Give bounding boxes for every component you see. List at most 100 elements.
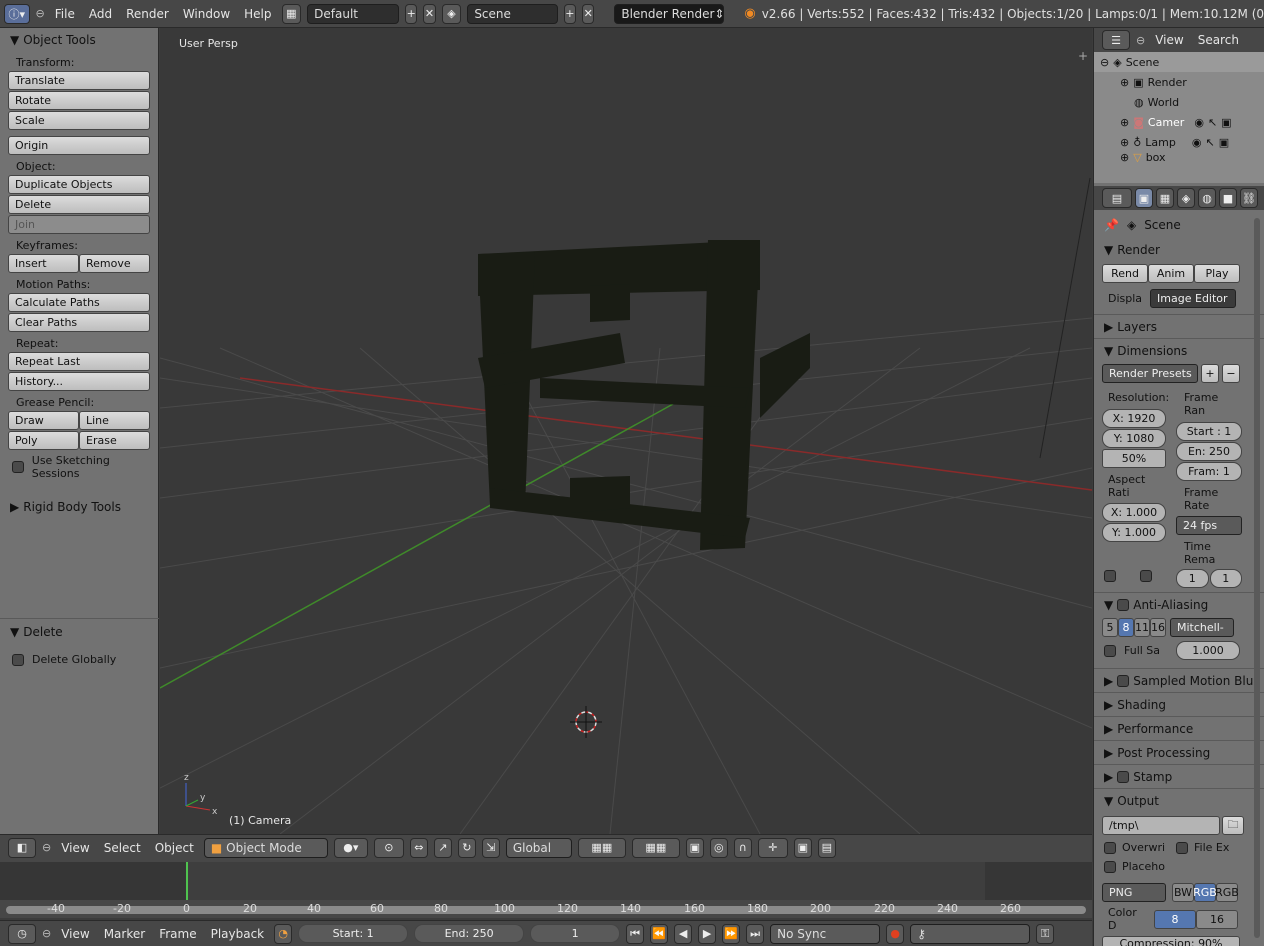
menu-window[interactable]: Window (179, 7, 234, 21)
border-checkbox[interactable] (1104, 570, 1116, 582)
visibility-eye-icon[interactable]: ◉ (1194, 116, 1204, 129)
menu-view[interactable]: View (57, 841, 93, 855)
scale-manipulator-icon[interactable]: ⇲ (481, 837, 500, 858)
viewport-shading-icon[interactable]: ●▾ (333, 837, 368, 858)
erase-button[interactable]: Erase (79, 431, 150, 450)
menu-view[interactable]: View (1151, 33, 1187, 47)
start-frame-field[interactable]: Start : 1 (1176, 422, 1242, 441)
menu-frame[interactable]: Frame (155, 927, 200, 941)
world-tab-icon[interactable]: ◍ (1198, 188, 1216, 208)
resolution-y-field[interactable]: Y: 1080 (1102, 429, 1166, 448)
layers-grid-2-icon[interactable]: ▦▦ (631, 837, 680, 858)
filter-size-field[interactable]: 1.000 (1176, 641, 1241, 660)
aa-samples-16[interactable]: 16 (1150, 618, 1166, 637)
menu-object[interactable]: Object (151, 841, 198, 855)
timeline[interactable]: -40 -20 0 20 40 60 80 100 120 140 160 18… (0, 860, 1092, 918)
end-frame-field[interactable]: End: 250 (414, 924, 525, 943)
render-animation-icon[interactable]: ▤ (817, 837, 836, 858)
insert-key-icon[interactable]: ⚿ (1036, 923, 1055, 944)
render-toggle-icon[interactable]: ▣ (1221, 116, 1231, 129)
pin-icon[interactable]: 📌 (1104, 218, 1119, 232)
snap-icon[interactable]: ∩ (733, 837, 752, 858)
aa-filter-selector[interactable]: Mitchell- (1170, 618, 1234, 637)
remove-keyframe-button[interactable]: Remove (79, 254, 150, 273)
render-layers-tab-icon[interactable]: ▦ (1156, 188, 1174, 208)
origin-button[interactable]: Origin (8, 136, 150, 155)
delete-panel-header[interactable]: ▼ Delete (0, 621, 63, 643)
outliner-item-camera[interactable]: ⊕ ◙ Camer ◉ ↖ ▣ (1094, 112, 1264, 132)
remap-old-field[interactable]: 1 (1176, 569, 1209, 588)
output-path-field[interactable]: /tmp\ (1102, 816, 1220, 835)
properties-editor[interactable]: ▤ ▣ ▦ ◈ ◍ ■ ⛓ 📌 ◈ Scene ▼ Render Rend Anim … (1094, 186, 1264, 946)
history-button[interactable]: History... (8, 372, 150, 391)
motion-blur-checkbox[interactable] (1117, 674, 1130, 687)
menu-view[interactable]: View (57, 927, 93, 941)
rigid-body-tools-header[interactable]: ▶ Rigid Body Tools (0, 496, 158, 518)
duplicate-objects-button[interactable]: Duplicate Objects (8, 175, 150, 194)
add-layout-icon[interactable]: + (405, 3, 418, 24)
sync-selector[interactable]: No Sync (770, 923, 881, 944)
collapse-icon[interactable]: ⊖ (36, 7, 45, 20)
rotate-manipulator-icon[interactable]: ↻ (457, 837, 476, 858)
translate-button[interactable]: Translate (8, 71, 150, 90)
select-arrow-icon[interactable]: ↖ (1208, 116, 1217, 129)
expand-icon[interactable]: ⊕ (1120, 116, 1129, 129)
orientation-selector[interactable]: Global (505, 837, 572, 858)
play-button[interactable]: Play (1194, 264, 1240, 283)
render-engine-selector[interactable]: Blender Render ⇕ (614, 3, 724, 24)
animation-button[interactable]: Anim (1148, 264, 1194, 283)
collapse-icon[interactable]: ⊖ (42, 841, 51, 854)
menu-select[interactable]: Select (100, 841, 145, 855)
keying-set-field[interactable]: ⚷ (910, 923, 1031, 944)
object-tab-icon[interactable]: ■ (1219, 188, 1237, 208)
anti-aliasing-panel-header[interactable]: ▼ Anti-Aliasing (1094, 592, 1264, 616)
render-tab-icon[interactable]: ▣ (1135, 188, 1153, 208)
layers-panel-header[interactable]: ▶ Layers (1094, 314, 1264, 338)
performance-panel-header[interactable]: ▶ Performance (1094, 716, 1264, 740)
repeat-last-button[interactable]: Repeat Last (8, 352, 150, 371)
file-format-selector[interactable]: PNG (1102, 883, 1166, 902)
outliner[interactable]: ☰ ⊖ View Search ⊖ ◈ Scene ⊕ ▣ Render ◍ World … (1094, 28, 1264, 183)
prev-keyframe-icon[interactable]: ⏪ (650, 923, 669, 944)
delete-globally-row[interactable]: Delete Globally (12, 653, 116, 666)
layout-icon[interactable]: ▦ (281, 3, 302, 24)
depth-16-button[interactable]: 16 (1196, 909, 1238, 929)
menu-render[interactable]: Render (122, 7, 173, 21)
snap-element-icon[interactable]: ✛ (757, 837, 788, 858)
3d-cursor-icon[interactable] (570, 706, 602, 738)
overwrite-checkbox[interactable] (1104, 841, 1116, 854)
frame-step-field[interactable]: Fram: 1 (1176, 462, 1242, 481)
add-scene-icon[interactable]: + (563, 3, 577, 24)
layers-grid-icon[interactable]: ▦▦ (577, 837, 626, 858)
outliner-item-scene[interactable]: ⊖ ◈ Scene (1094, 52, 1264, 72)
delete-button[interactable]: Delete (8, 195, 150, 214)
menu-add[interactable]: Add (85, 7, 116, 21)
expand-icon[interactable]: ⊖ (1100, 56, 1109, 69)
add-region-icon[interactable]: + (1078, 49, 1088, 63)
jump-start-icon[interactable]: ⏮ (626, 923, 645, 944)
delete-globally-checkbox[interactable] (12, 653, 24, 666)
render-panel-header[interactable]: ▼ Render (1094, 238, 1264, 262)
stamp-panel-header[interactable]: ▶ Stamp (1094, 764, 1264, 788)
outliner-item-lamp[interactable]: ⊕ ♁ Lamp ◉ ↖ ▣ (1094, 132, 1264, 152)
folder-icon[interactable]: 🗀 (1222, 816, 1244, 835)
dimensions-panel-header[interactable]: ▼ Dimensions (1094, 338, 1264, 362)
shading-panel-header[interactable]: ▶ Shading (1094, 692, 1264, 716)
stamp-checkbox[interactable] (1117, 770, 1130, 783)
menu-help[interactable]: Help (240, 7, 275, 21)
object-tools-header[interactable]: ▼ Object Tools (0, 29, 158, 51)
aspect-x-field[interactable]: X: 1.000 (1102, 503, 1166, 522)
properties-editor-icon[interactable]: ▤ (1102, 188, 1132, 208)
remove-preset-icon[interactable]: − (1222, 364, 1240, 383)
select-arrow-icon[interactable]: ↖ (1205, 136, 1214, 149)
scene-tab-icon[interactable]: ◈ (1177, 188, 1195, 208)
properties-scrollbar[interactable] (1254, 218, 1260, 938)
calculate-paths-button[interactable]: Calculate Paths (8, 293, 150, 312)
preview-range-icon[interactable]: ◔ (274, 923, 293, 944)
record-icon[interactable]: ● (886, 923, 905, 944)
lock-layers-icon[interactable]: ▣ (685, 837, 704, 858)
render-image-icon[interactable]: ▣ (793, 837, 812, 858)
next-keyframe-icon[interactable]: ⏩ (722, 923, 741, 944)
full-sample-checkbox[interactable] (1104, 644, 1116, 657)
aa-samples-5[interactable]: 5 (1102, 618, 1118, 637)
